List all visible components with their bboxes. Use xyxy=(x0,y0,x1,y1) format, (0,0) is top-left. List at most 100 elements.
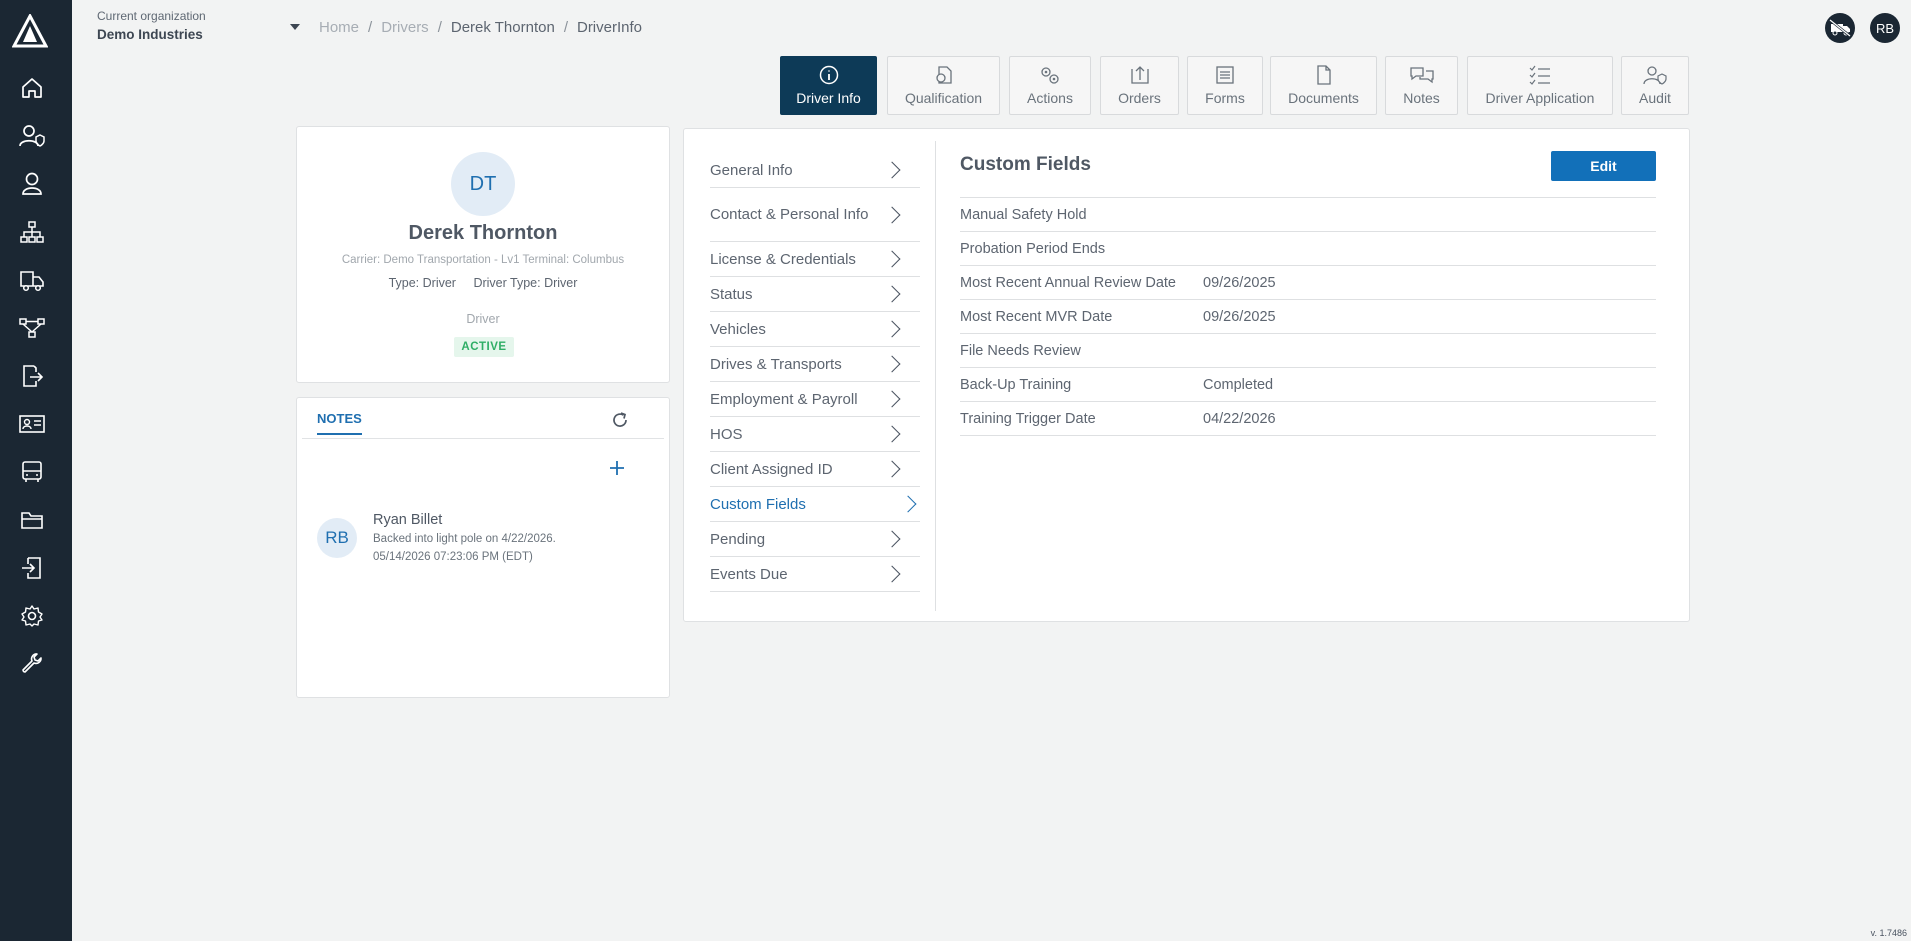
info-icon xyxy=(819,65,838,85)
import-icon[interactable] xyxy=(18,554,46,582)
menu-item-label: Status xyxy=(710,285,753,303)
chevron-right-icon xyxy=(899,495,917,513)
chevron-right-icon xyxy=(883,285,901,303)
field-row: Probation Period Ends xyxy=(960,232,1656,266)
menu-item-label: License & Credentials xyxy=(710,250,856,268)
org-chart-icon[interactable] xyxy=(18,218,46,246)
menu-item-custom-fields[interactable]: Custom Fields xyxy=(710,487,920,522)
menu-item-label: Client Assigned ID xyxy=(710,460,833,478)
field-row: Back-Up Training Completed xyxy=(960,368,1656,402)
app-logo-icon[interactable] xyxy=(12,14,48,48)
tab-label: Driver Info xyxy=(796,90,861,106)
org-dropdown-caret-icon[interactable] xyxy=(290,24,300,30)
menu-item-license-credentials[interactable]: License & Credentials xyxy=(710,242,920,277)
driver-carrier: Carrier: Demo Transportation - Lv1 Termi… xyxy=(341,254,625,266)
bus-icon[interactable] xyxy=(18,458,46,486)
menu-item-general-info[interactable]: General Info xyxy=(710,153,920,188)
menu-item-label: Events Due xyxy=(710,565,788,583)
person-icon[interactable] xyxy=(18,170,46,198)
menu-item-contact-personal-info[interactable]: Contact & Personal Info xyxy=(710,188,920,242)
home-icon[interactable] xyxy=(18,74,46,102)
menu-item-status[interactable]: Status xyxy=(710,277,920,312)
breadcrumb-current: DriverInfo xyxy=(576,19,643,36)
driver-role: Driver xyxy=(466,312,500,326)
export-icon[interactable] xyxy=(18,362,46,390)
tab-actions[interactable]: Actions xyxy=(1009,56,1091,115)
field-label: Most Recent Annual Review Date xyxy=(960,274,1176,291)
menu-item-vehicles[interactable]: Vehicles xyxy=(710,312,920,347)
field-row: File Needs Review xyxy=(960,334,1656,368)
field-row: Manual Safety Hold xyxy=(960,198,1656,232)
network-icon[interactable] xyxy=(18,314,46,342)
chevron-right-icon xyxy=(883,425,901,443)
field-value: 04/22/2026 xyxy=(1203,410,1276,427)
upload-icon xyxy=(1130,66,1149,84)
menu-item-employment-payroll[interactable]: Employment & Payroll xyxy=(710,382,920,417)
tab-label: Driver Application xyxy=(1485,90,1595,106)
field-value: 09/26/2025 xyxy=(1203,274,1276,291)
refresh-icon[interactable] xyxy=(610,410,630,435)
fleet-toggle-icon[interactable] xyxy=(1825,13,1855,43)
tab-qualification[interactable]: Qualification xyxy=(887,56,1000,115)
sidebar xyxy=(0,0,72,941)
menu-item-client-assigned-id[interactable]: Client Assigned ID xyxy=(710,452,920,487)
driver-driver-type: Driver Type: Driver xyxy=(473,276,578,290)
field-label: File Needs Review xyxy=(960,342,1081,359)
chevron-right-icon xyxy=(883,530,901,548)
folder-icon[interactable] xyxy=(18,506,46,534)
menu-item-label: Contact & Personal Info xyxy=(710,205,869,223)
breadcrumb-home[interactable]: Home xyxy=(319,19,359,36)
wrench-icon[interactable] xyxy=(18,650,46,678)
checklist-icon xyxy=(1529,65,1550,85)
add-note-icon[interactable] xyxy=(608,456,626,484)
panel-divider xyxy=(935,141,936,611)
menu-item-events-due[interactable]: Events Due xyxy=(710,557,920,592)
breadcrumb-drivers[interactable]: Drivers xyxy=(381,19,429,36)
tab-label: Audit xyxy=(1639,90,1671,106)
notes-card: NOTES RB Ryan Billet Backed into light p… xyxy=(296,397,670,698)
org-label: Current organization xyxy=(97,9,206,23)
tab-orders[interactable]: Orders xyxy=(1100,56,1179,115)
tab-label: Orders xyxy=(1118,90,1161,106)
tab-driver-application[interactable]: Driver Application xyxy=(1467,56,1613,115)
driver-profile-card: DT Derek Thornton Carrier: Demo Transpor… xyxy=(296,126,670,383)
org-selector[interactable]: Current organization Demo Industries xyxy=(97,9,206,42)
notes-divider xyxy=(302,438,664,439)
status-badge: ACTIVE xyxy=(454,337,514,357)
org-name: Demo Industries xyxy=(97,27,203,42)
tab-label: Notes xyxy=(1403,90,1440,106)
menu-item-hos[interactable]: HOS xyxy=(710,417,920,452)
field-value: 09/26/2025 xyxy=(1203,308,1276,325)
gears-icon xyxy=(1041,67,1059,84)
id-card-icon[interactable] xyxy=(18,410,46,438)
tab-forms[interactable]: Forms xyxy=(1187,56,1263,115)
menu-item-drives-transports[interactable]: Drives & Transports xyxy=(710,347,920,382)
breadcrumb-separator: / xyxy=(437,19,442,36)
tab-label: Actions xyxy=(1027,90,1073,106)
note-author-avatar: RB xyxy=(317,518,357,558)
edit-button[interactable]: Edit xyxy=(1551,151,1656,181)
tab-notes[interactable]: Notes xyxy=(1385,56,1458,115)
note-author: Ryan Billet xyxy=(373,512,443,528)
menu-item-label: Vehicles xyxy=(710,320,766,338)
breadcrumb-driver-name[interactable]: Derek Thornton xyxy=(451,19,555,36)
chevron-right-icon xyxy=(883,355,901,373)
truck-icon[interactable] xyxy=(18,266,46,294)
user-avatar[interactable]: RB xyxy=(1870,13,1900,43)
field-row: Most Recent MVR Date 09/26/2025 xyxy=(960,300,1656,334)
user-shield-icon xyxy=(1643,66,1667,85)
tab-audit[interactable]: Audit xyxy=(1621,56,1689,115)
tab-documents[interactable]: Documents xyxy=(1270,56,1377,115)
field-label: Back-Up Training xyxy=(960,376,1072,393)
chevron-right-icon xyxy=(883,250,901,268)
section-title: Custom Fields xyxy=(960,154,1091,175)
tab-driver-info[interactable]: Driver Info xyxy=(780,56,877,115)
notes-tab[interactable]: NOTES xyxy=(317,411,362,435)
chevron-right-icon xyxy=(883,460,901,478)
settings-icon[interactable] xyxy=(18,602,46,630)
menu-item-pending[interactable]: Pending xyxy=(710,522,920,557)
breadcrumb-separator: / xyxy=(563,19,568,36)
tab-label: Qualification xyxy=(904,90,983,106)
chat-bubbles-icon xyxy=(1409,67,1434,84)
user-shield-icon[interactable] xyxy=(18,122,46,150)
